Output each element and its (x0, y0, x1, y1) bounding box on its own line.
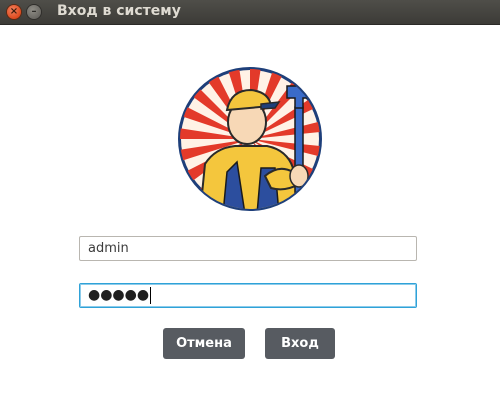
text-caret (150, 287, 152, 304)
cancel-button[interactable]: Отмена (163, 328, 245, 359)
titlebar[interactable]: × – Вход в систему (0, 0, 500, 25)
minimize-icon[interactable]: – (27, 5, 41, 19)
window-title: Вход в систему (57, 3, 181, 19)
close-icon[interactable]: × (7, 5, 21, 19)
plumber-logo-icon (178, 67, 322, 211)
login-input[interactable]: admin (79, 236, 417, 261)
login-button[interactable]: Вход (265, 328, 335, 359)
login-window: × – Вход в систему admin ●●●●● Отмена Вх… (0, 0, 500, 403)
password-mask: ●●●●● (88, 287, 150, 303)
password-input[interactable]: ●●●●● (79, 283, 417, 308)
